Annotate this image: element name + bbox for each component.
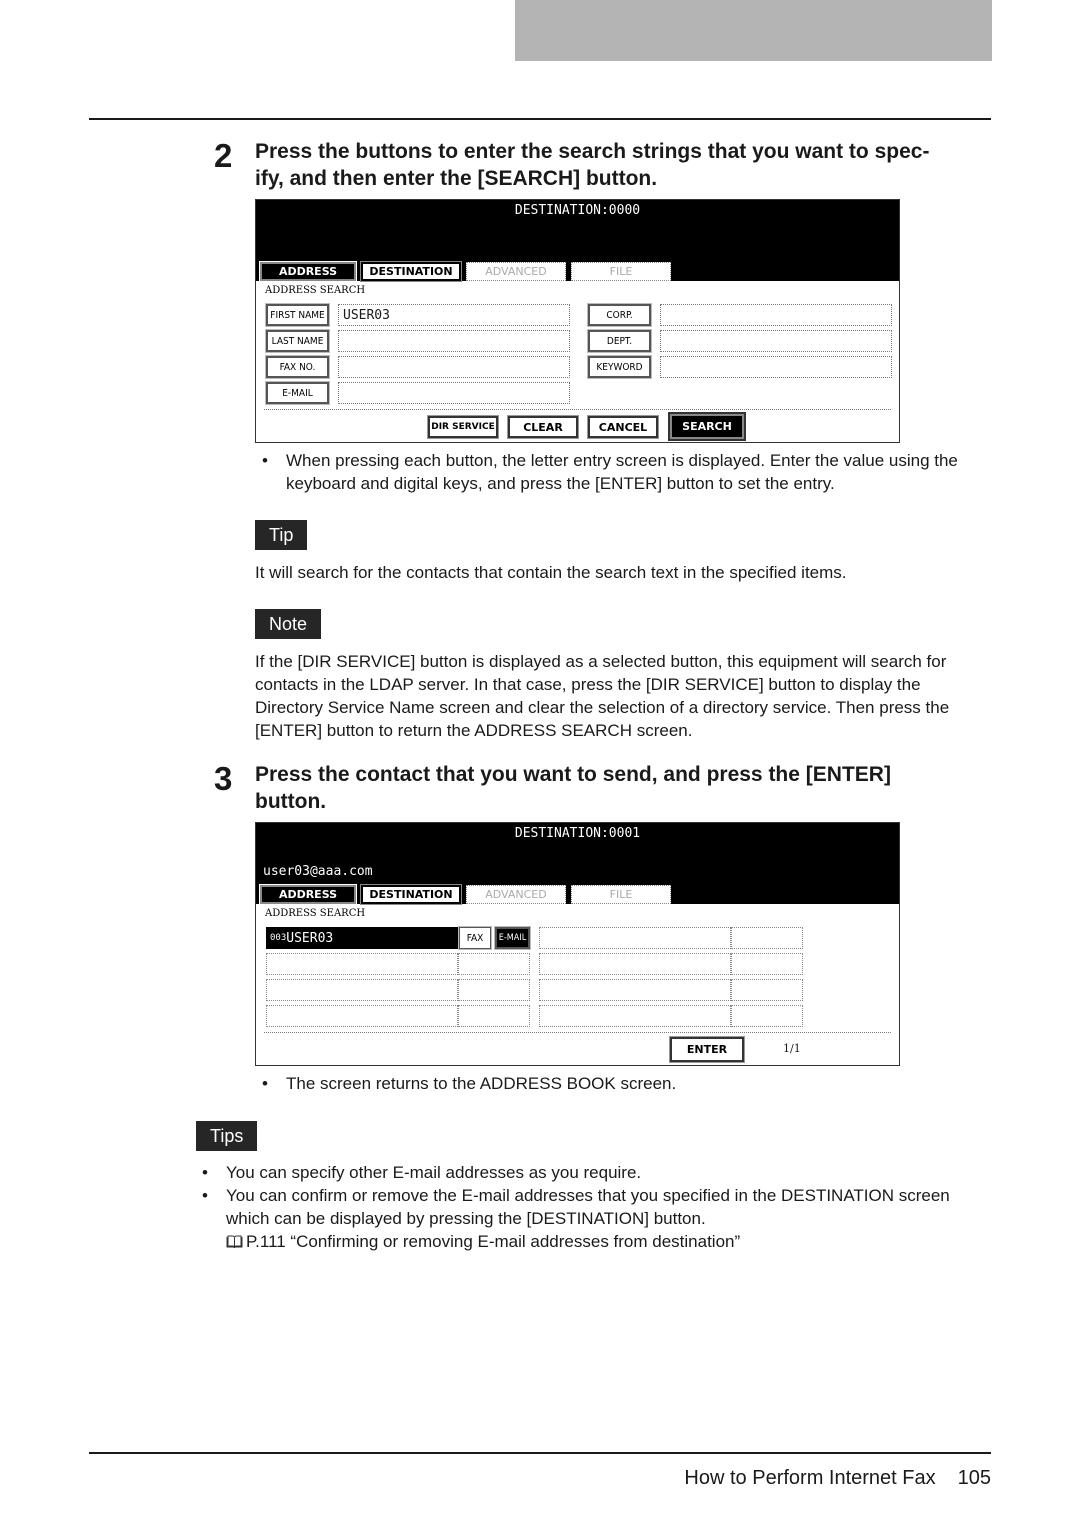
note-text: If the [DIR SERVICE] button is displayed…: [255, 652, 950, 740]
email-button[interactable]: E-MAIL: [265, 381, 330, 405]
bullet-item: • You can specify other E-mail addresses …: [196, 1161, 986, 1184]
result-row-selected[interactable]: 003 USER03: [266, 927, 458, 949]
bullet-item: • The screen returns to the ADDRESS BOOK …: [256, 1072, 986, 1095]
result-row[interactable]: [539, 953, 731, 975]
first-name-field[interactable]: USER03: [338, 304, 570, 326]
step-heading-line: button.: [255, 790, 327, 813]
divider: [264, 1032, 891, 1033]
result-name: USER03: [286, 930, 334, 946]
page-indicator: 1/1: [783, 1042, 801, 1055]
email-field[interactable]: [338, 382, 570, 404]
dir-service-button[interactable]: DIR SERVICE: [427, 415, 499, 439]
bullet-dot: •: [262, 451, 268, 470]
section-label: ADDRESS SEARCH: [265, 285, 366, 296]
bullet-text: The screen returns to the ADDRESS BOOK s…: [286, 1074, 677, 1093]
top-divider: [89, 118, 991, 120]
keyword-button[interactable]: KEYWORD: [587, 355, 652, 379]
tab-bar: ADDRESS DESTINATION ADVANCED FILE: [259, 884, 671, 905]
result-row-type[interactable]: [731, 953, 803, 975]
step-heading-line: Press the buttons to enter the search st…: [255, 140, 930, 163]
selected-address: user03@aaa.com: [263, 864, 373, 879]
bullet-text: You can confirm or remove the E-mail add…: [226, 1186, 950, 1228]
fax-toggle[interactable]: FAX: [458, 926, 492, 950]
tab-advanced[interactable]: ADVANCED: [466, 262, 566, 281]
corp-field[interactable]: [660, 304, 892, 326]
clear-button[interactable]: CLEAR: [507, 415, 579, 439]
address-search-screen: DESTINATION:0000 ADDRESS DESTINATION ADV…: [255, 199, 900, 443]
enter-button[interactable]: ENTER: [669, 1036, 745, 1063]
result-index: 003: [270, 933, 287, 943]
step-number: 2: [214, 137, 233, 174]
tab-advanced[interactable]: ADVANCED: [466, 885, 566, 904]
step-heading: Press the contact that you want to send,…: [255, 761, 995, 815]
bullet-dot: •: [262, 1074, 268, 1093]
last-name-field[interactable]: [338, 330, 570, 352]
tab-file[interactable]: FILE: [571, 885, 671, 904]
bullet-item: • You can confirm or remove the E-mail ad…: [196, 1184, 986, 1230]
result-row[interactable]: [539, 1005, 731, 1027]
bullet-text: You can specify other E-mail addresses a…: [226, 1163, 642, 1182]
footer-title: How to Perform Internet Fax: [684, 1467, 936, 1489]
bullet-text: When pressing each button, the letter en…: [286, 451, 958, 493]
tips-label: Tips: [196, 1121, 258, 1151]
reference-text: P.111 “Confirming or removing E-mail add…: [246, 1232, 741, 1251]
step-heading: Press the buttons to enter the search st…: [255, 138, 995, 192]
page-footer: How to Perform Internet Fax 105: [684, 1467, 991, 1490]
result-row-type[interactable]: [731, 927, 803, 949]
result-row-type[interactable]: [458, 979, 530, 1001]
email-toggle[interactable]: E-MAIL: [494, 926, 531, 950]
tab-address[interactable]: ADDRESS: [259, 884, 357, 905]
bullet-dot: •: [202, 1163, 208, 1182]
fax-no-button[interactable]: FAX NO.: [265, 355, 330, 379]
result-row-type[interactable]: [458, 1005, 530, 1027]
fax-no-field[interactable]: [338, 356, 570, 378]
corp-button[interactable]: CORP.: [587, 303, 652, 327]
screen-header: DESTINATION:0001 user03@aaa.com ADDRESS …: [256, 823, 899, 905]
book-icon: [226, 1231, 243, 1250]
page-number: 105: [957, 1467, 991, 1489]
tip-text: It will search for the contacts that con…: [255, 563, 847, 582]
step3-bullets: • The screen returns to the ADDRESS BOOK …: [256, 1072, 986, 1095]
dept-field[interactable]: [660, 330, 892, 352]
search-results-screen: DESTINATION:0001 user03@aaa.com ADDRESS …: [255, 822, 900, 1066]
tips-bullets: • You can specify other E-mail addresses …: [196, 1161, 986, 1253]
step2-bullets: • When pressing each button, the letter e…: [256, 449, 986, 495]
result-row-type[interactable]: [458, 953, 530, 975]
result-row[interactable]: [266, 1005, 458, 1027]
first-name-button[interactable]: FIRST NAME: [265, 303, 330, 327]
step-heading-line: Press the contact that you want to send,…: [255, 763, 891, 786]
destination-count: DESTINATION:0000: [514, 203, 641, 218]
screen-header: DESTINATION:0000 ADDRESS DESTINATION ADV…: [256, 200, 899, 282]
header-bar: [515, 0, 992, 61]
result-row[interactable]: [539, 927, 731, 949]
tab-destination[interactable]: DESTINATION: [360, 884, 462, 905]
cancel-button[interactable]: CANCEL: [587, 415, 659, 439]
section-label: ADDRESS SEARCH: [265, 908, 366, 919]
result-row-type[interactable]: [731, 979, 803, 1001]
divider: [264, 409, 891, 410]
bullet-item: • When pressing each button, the letter e…: [256, 449, 986, 495]
search-button[interactable]: SEARCH: [668, 412, 746, 441]
tab-bar: ADDRESS DESTINATION ADVANCED FILE: [259, 261, 671, 282]
tab-file[interactable]: FILE: [571, 262, 671, 281]
destination-count: DESTINATION:0001: [514, 826, 641, 841]
reference-link[interactable]: P.111 “Confirming or removing E-mail add…: [196, 1230, 986, 1253]
last-name-button[interactable]: LAST NAME: [265, 329, 330, 353]
tab-address[interactable]: ADDRESS: [259, 261, 357, 282]
step-heading-line: ify, and then enter the [SEARCH] button.: [255, 167, 658, 190]
bottom-divider: [89, 1452, 991, 1454]
note-label: Note: [255, 609, 322, 639]
tip-label: Tip: [255, 520, 308, 550]
result-row[interactable]: [539, 979, 731, 1001]
tab-destination[interactable]: DESTINATION: [360, 261, 462, 282]
keyword-field[interactable]: [660, 356, 892, 378]
dept-button[interactable]: DEPT.: [587, 329, 652, 353]
result-row[interactable]: [266, 953, 458, 975]
bullet-dot: •: [202, 1186, 208, 1205]
step-number: 3: [214, 760, 233, 797]
result-row-type[interactable]: [731, 1005, 803, 1027]
result-row[interactable]: [266, 979, 458, 1001]
